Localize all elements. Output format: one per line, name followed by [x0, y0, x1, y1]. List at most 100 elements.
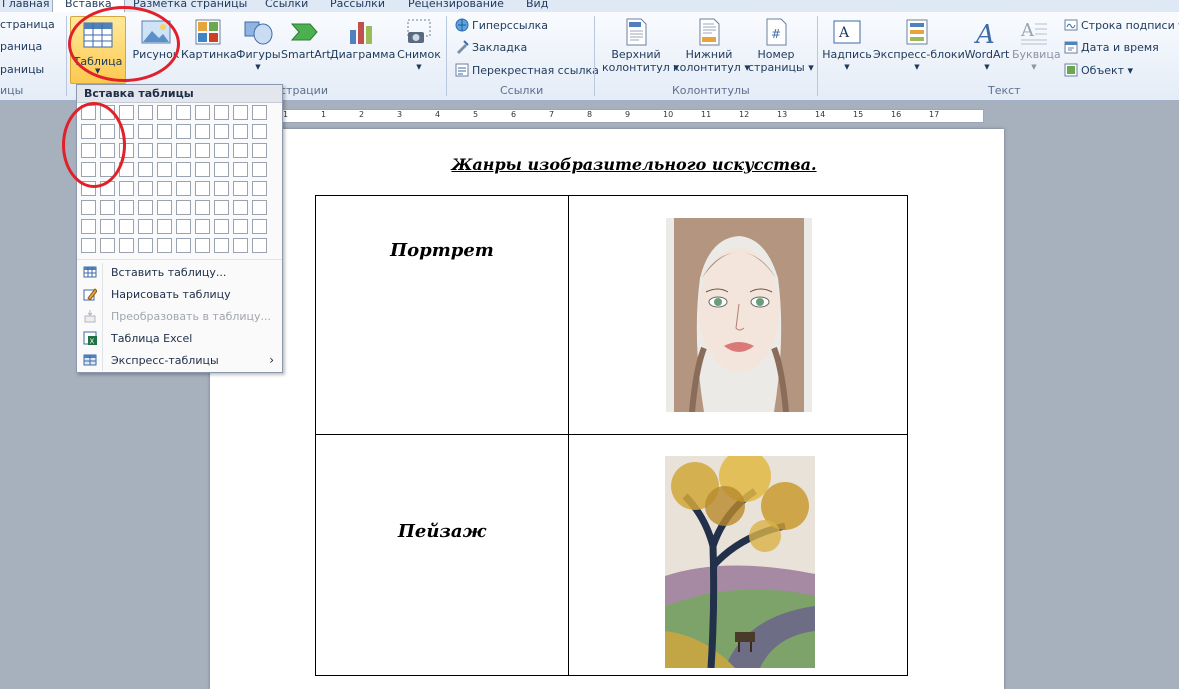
shapes-button[interactable]: Фигуры ▼	[236, 14, 281, 74]
grid-cell[interactable]	[157, 219, 172, 234]
grid-cell[interactable]	[195, 143, 210, 158]
grid-cell[interactable]	[252, 105, 267, 120]
table-cell[interactable]	[568, 195, 908, 435]
grid-cell[interactable]	[81, 105, 96, 120]
grid-cell[interactable]	[119, 219, 134, 234]
grid-cell[interactable]	[81, 238, 96, 253]
date-time-button[interactable]: Дата и время	[1064, 40, 1159, 54]
grid-cell[interactable]	[100, 181, 115, 196]
grid-cell[interactable]	[81, 181, 96, 196]
table-button[interactable]: Таблица ▼	[70, 16, 126, 84]
grid-cell[interactable]	[233, 181, 248, 196]
grid-cell[interactable]	[100, 105, 115, 120]
grid-cell[interactable]	[81, 124, 96, 139]
grid-cell[interactable]	[138, 200, 153, 215]
grid-cell[interactable]	[176, 124, 191, 139]
grid-cell[interactable]	[176, 143, 191, 158]
grid-cell[interactable]	[157, 200, 172, 215]
tab-mailings[interactable]: Рассылки	[330, 0, 385, 10]
grid-cell[interactable]	[119, 181, 134, 196]
grid-cell[interactable]	[195, 200, 210, 215]
wordart-button[interactable]: A WordArt ▼	[962, 14, 1012, 74]
grid-cell[interactable]	[81, 219, 96, 234]
grid-cell[interactable]	[81, 200, 96, 215]
horizontal-ruler[interactable]: 1 1 2 3 4 5 6 7 8 9 10 11 12 13 14 15 16 17	[282, 109, 984, 123]
grid-cell[interactable]	[138, 181, 153, 196]
grid-cell[interactable]	[233, 219, 248, 234]
clipart-button[interactable]: Картинка	[181, 14, 237, 61]
tab-references[interactable]: Ссылки	[265, 0, 308, 10]
grid-cell[interactable]	[176, 162, 191, 177]
draw-table-menu-item[interactable]: Нарисовать таблицу	[77, 283, 282, 305]
grid-cell[interactable]	[233, 162, 248, 177]
quick-tables-menu-item[interactable]: Экспресс-таблицы ›	[77, 349, 282, 371]
grid-cell[interactable]	[100, 124, 115, 139]
grid-cell[interactable]	[214, 143, 229, 158]
footer-button[interactable]: Нижний колонтитул ▾	[673, 14, 750, 74]
convert-to-table-menu-item[interactable]: Преобразовать в таблицу...	[77, 305, 282, 327]
grid-cell[interactable]	[252, 181, 267, 196]
grid-cell[interactable]	[138, 143, 153, 158]
grid-cell[interactable]	[195, 105, 210, 120]
picture-button[interactable]: Рисунок	[132, 14, 180, 61]
grid-cell[interactable]	[100, 219, 115, 234]
grid-cell[interactable]	[176, 200, 191, 215]
smartart-button[interactable]: SmartArt	[281, 14, 331, 61]
table-cell[interactable]	[568, 434, 908, 676]
grid-cell[interactable]	[119, 143, 134, 158]
excel-table-menu-item[interactable]: X Таблица Excel	[77, 327, 282, 349]
grid-cell[interactable]	[195, 238, 210, 253]
grid-cell[interactable]	[157, 143, 172, 158]
grid-cell[interactable]	[233, 143, 248, 158]
grid-cell[interactable]	[252, 200, 267, 215]
table-cell[interactable]: Портрет	[315, 195, 569, 435]
grid-cell[interactable]	[252, 219, 267, 234]
grid-cell[interactable]	[119, 124, 134, 139]
grid-cell[interactable]	[214, 238, 229, 253]
grid-cell[interactable]	[214, 124, 229, 139]
cross-reference-button[interactable]: Перекрестная ссылка	[455, 63, 599, 77]
grid-cell[interactable]	[119, 200, 134, 215]
grid-cell[interactable]	[214, 219, 229, 234]
grid-cell[interactable]	[176, 238, 191, 253]
grid-cell[interactable]	[252, 143, 267, 158]
grid-cell[interactable]	[195, 219, 210, 234]
quick-parts-button[interactable]: Экспресс-блоки ▼	[873, 14, 965, 74]
grid-cell[interactable]	[157, 238, 172, 253]
grid-cell[interactable]	[138, 162, 153, 177]
grid-cell[interactable]	[252, 238, 267, 253]
grid-cell[interactable]	[214, 105, 229, 120]
grid-cell[interactable]	[100, 143, 115, 158]
grid-cell[interactable]	[138, 219, 153, 234]
chart-button[interactable]: Диаграмма	[330, 14, 395, 61]
screenshot-button[interactable]: Снимок ▼	[396, 14, 442, 74]
grid-cell[interactable]	[138, 238, 153, 253]
cover-page-button[interactable]: страница	[0, 18, 55, 31]
grid-cell[interactable]	[100, 200, 115, 215]
grid-cell[interactable]	[157, 162, 172, 177]
insert-table-menu-item[interactable]: Вставить таблицу...	[77, 261, 282, 283]
grid-cell[interactable]	[195, 124, 210, 139]
tab-review[interactable]: Рецензирование	[408, 0, 504, 10]
grid-cell[interactable]	[214, 162, 229, 177]
grid-cell[interactable]	[138, 124, 153, 139]
tab-view[interactable]: Вид	[526, 0, 548, 10]
grid-cell[interactable]	[233, 105, 248, 120]
grid-cell[interactable]	[100, 162, 115, 177]
grid-cell[interactable]	[138, 105, 153, 120]
grid-cell[interactable]	[119, 105, 134, 120]
grid-cell[interactable]	[214, 181, 229, 196]
bookmark-button[interactable]: Закладка	[455, 40, 527, 54]
page-break-button[interactable]: раницы	[0, 63, 44, 76]
blank-page-button[interactable]: раница	[0, 40, 42, 53]
page-number-button[interactable]: # Номер страницы ▾	[748, 14, 814, 74]
signature-line-button[interactable]: Строка подписи ▾	[1064, 18, 1179, 32]
grid-cell[interactable]	[119, 162, 134, 177]
tab-page-layout[interactable]: Разметка страницы	[133, 0, 247, 10]
grid-cell[interactable]	[176, 219, 191, 234]
dropcap-button[interactable]: A Буквица ▼	[1012, 14, 1061, 74]
grid-cell[interactable]	[252, 162, 267, 177]
grid-cell[interactable]	[81, 162, 96, 177]
header-button[interactable]: Верхний колонтитул ▾	[602, 14, 679, 74]
grid-cell[interactable]	[233, 238, 248, 253]
